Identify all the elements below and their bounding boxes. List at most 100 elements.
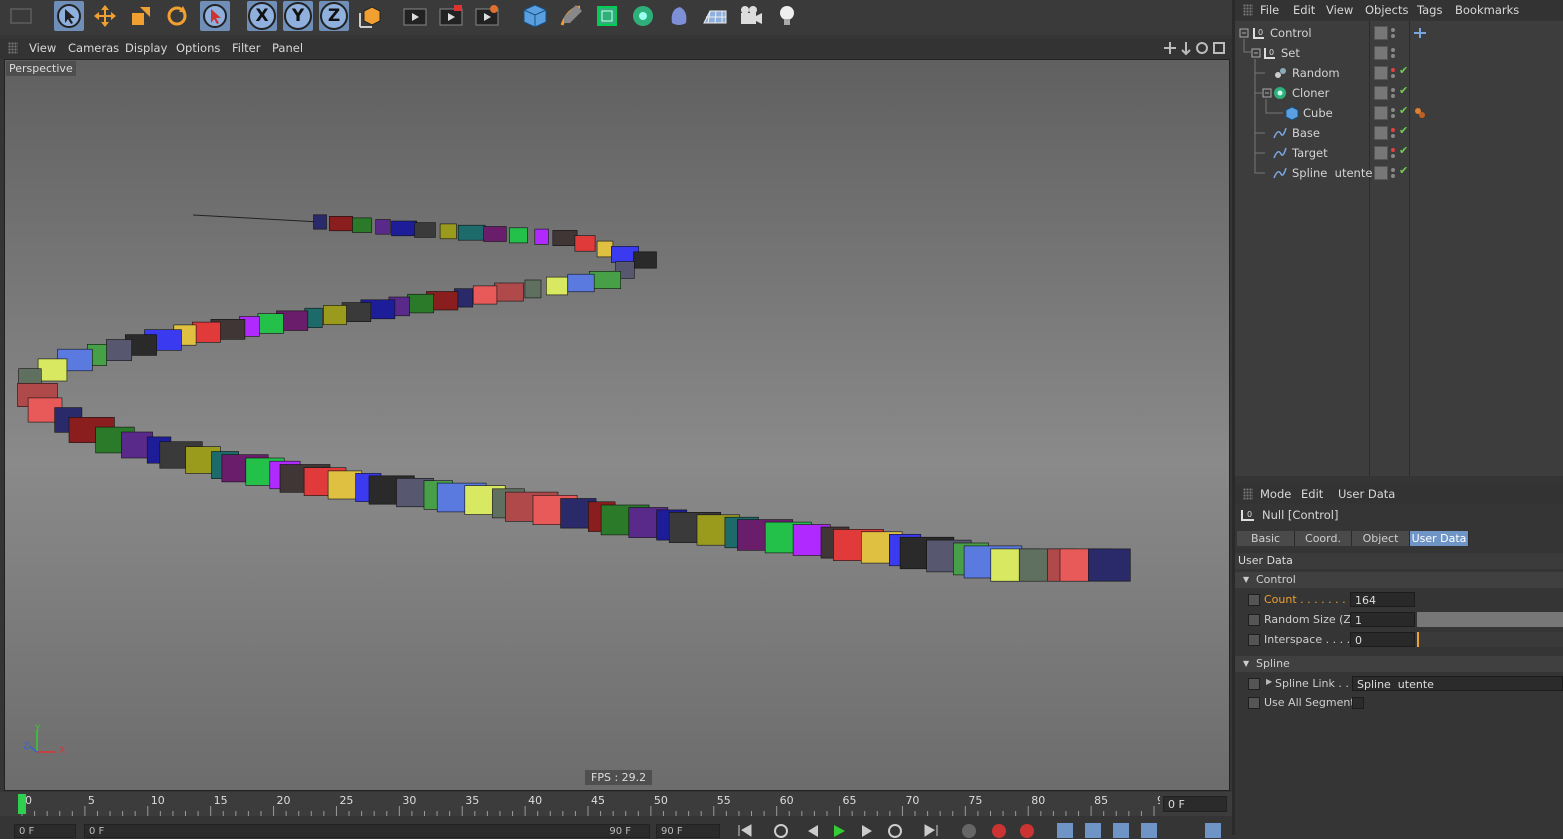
render-visibility-dot[interactable]: [1391, 154, 1395, 158]
triangle-right-icon[interactable]: ▶: [1266, 677, 1272, 686]
scale-tool-button[interactable]: [126, 1, 156, 31]
next-frame-icon[interactable]: [858, 822, 876, 838]
render-visibility-dot[interactable]: [1391, 114, 1395, 118]
render-visibility-dot[interactable]: [1391, 134, 1395, 138]
autokey-icon[interactable]: [990, 822, 1008, 838]
move-tool-button[interactable]: [90, 1, 120, 31]
next-key-icon[interactable]: [886, 822, 904, 838]
keyframe-toggle[interactable]: [1248, 678, 1260, 690]
object-name[interactable]: Cube: [1303, 106, 1333, 120]
tab-user-data[interactable]: User Data: [1410, 531, 1469, 546]
om-menu-tags[interactable]: Tags: [1417, 3, 1442, 17]
om-menu-view[interactable]: View: [1326, 3, 1353, 17]
render-visibility-dot[interactable]: [1391, 94, 1395, 98]
am-menu-user-data[interactable]: User Data: [1338, 487, 1395, 501]
tab-object[interactable]: Object: [1352, 531, 1410, 546]
rotate-tool-button[interactable]: [162, 1, 192, 31]
group-spline[interactable]: ▼ Spline: [1235, 656, 1563, 672]
grip-icon[interactable]: [8, 42, 18, 54]
render-picture-viewer-button[interactable]: [436, 1, 466, 31]
cube-primitive-button[interactable]: [520, 1, 550, 31]
play-icon[interactable]: [830, 822, 848, 838]
render-visibility-dot[interactable]: [1391, 174, 1395, 178]
menu-cameras[interactable]: Cameras: [68, 41, 119, 55]
select-tool-button[interactable]: [54, 1, 84, 31]
am-menu-edit[interactable]: Edit: [1301, 487, 1323, 501]
keyframe-toggle[interactable]: [1248, 614, 1260, 626]
z-axis-lock-button[interactable]: Z: [319, 1, 349, 31]
enabled-check-icon[interactable]: ✔: [1399, 164, 1408, 177]
editor-visibility-dot[interactable]: [1391, 28, 1395, 32]
perspective-viewport[interactable]: Perspective Y X Z FPS : 29.2: [4, 59, 1230, 791]
layer-icon[interactable]: [1374, 166, 1388, 180]
y-axis-lock-button[interactable]: Y: [283, 1, 313, 31]
key-rotation-icon[interactable]: [1112, 822, 1130, 838]
editor-visibility-dot[interactable]: [1391, 128, 1395, 132]
random-size-field[interactable]: 1: [1350, 612, 1415, 627]
random-size-slider[interactable]: [1417, 612, 1563, 627]
previous-key-icon[interactable]: [772, 822, 790, 838]
object-name[interactable]: Spline utente: [1292, 166, 1372, 180]
object-name[interactable]: Target: [1292, 146, 1328, 160]
slider-handle[interactable]: [1417, 632, 1419, 647]
render-visibility-dot[interactable]: [1391, 54, 1395, 58]
menu-options[interactable]: Options: [176, 41, 220, 55]
deformer-button[interactable]: [664, 1, 694, 31]
cloner-button[interactable]: [628, 1, 658, 31]
object-name[interactable]: Base: [1292, 126, 1320, 140]
editor-visibility-dot[interactable]: [1391, 88, 1395, 92]
enabled-check-icon[interactable]: ✔: [1399, 104, 1408, 117]
keyframe-toggle[interactable]: [1248, 634, 1260, 646]
undo-icon[interactable]: [6, 1, 36, 31]
object-name[interactable]: Random: [1292, 66, 1340, 80]
live-select-button[interactable]: [200, 1, 230, 31]
am-menu-mode[interactable]: Mode: [1260, 487, 1291, 501]
group-control[interactable]: ▼ Control: [1235, 572, 1563, 588]
light-button[interactable]: [772, 1, 802, 31]
material-tag-icon[interactable]: [1413, 106, 1427, 120]
keyframe-selection-icon[interactable]: [1018, 822, 1036, 838]
render-view-button[interactable]: [400, 1, 430, 31]
editor-visibility-dot[interactable]: [1391, 168, 1395, 172]
interspace-field[interactable]: 0: [1350, 632, 1415, 647]
layer-icon[interactable]: [1374, 46, 1388, 60]
om-menu-objects[interactable]: Objects: [1365, 3, 1408, 17]
enabled-check-icon[interactable]: ✔: [1399, 124, 1408, 137]
key-position-icon[interactable]: [1056, 822, 1074, 838]
om-menu-bookmarks[interactable]: Bookmarks: [1455, 3, 1519, 17]
keyframe-toggle[interactable]: [1248, 594, 1260, 606]
enabled-check-icon[interactable]: ✔: [1399, 84, 1408, 97]
interspace-slider[interactable]: [1417, 632, 1563, 647]
key-parameter-icon[interactable]: [1140, 822, 1158, 838]
layer-icon[interactable]: [1374, 26, 1388, 40]
frame-range-slider[interactable]: 0 F 90 F: [84, 824, 650, 838]
enabled-check-icon[interactable]: ✔: [1399, 64, 1408, 77]
coordinate-system-button[interactable]: [356, 1, 386, 31]
menu-filter[interactable]: Filter: [232, 41, 260, 55]
render-visibility-dot[interactable]: [1391, 74, 1395, 78]
object-name[interactable]: Cloner: [1292, 86, 1329, 100]
keyframe-toggle[interactable]: [1248, 697, 1260, 709]
x-axis-lock-button[interactable]: X: [247, 1, 277, 31]
grip-icon[interactable]: [1243, 4, 1253, 16]
floor-environment-button[interactable]: [700, 1, 730, 31]
pen-spline-button[interactable]: [556, 1, 586, 31]
om-menu-file[interactable]: File: [1260, 3, 1279, 17]
playhead[interactable]: [18, 794, 26, 814]
layer-icon[interactable]: [1374, 86, 1388, 100]
subdivision-surface-button[interactable]: [592, 1, 622, 31]
menu-view[interactable]: View: [29, 41, 56, 55]
editor-visibility-dot[interactable]: [1391, 48, 1395, 52]
use-all-segment-checkbox[interactable]: [1352, 697, 1364, 709]
spline-link-field[interactable]: Spline utente: [1352, 676, 1563, 691]
end-frame-field[interactable]: 90 F: [656, 824, 720, 838]
render-settings-button[interactable]: [472, 1, 502, 31]
layer-icon[interactable]: [1374, 146, 1388, 160]
xpresso-tag-icon[interactable]: [1413, 27, 1427, 39]
previous-frame-icon[interactable]: [804, 822, 822, 838]
current-frame-field[interactable]: 0 F: [1163, 796, 1227, 812]
editor-visibility-dot[interactable]: [1391, 108, 1395, 112]
count-field[interactable]: 164: [1350, 592, 1415, 607]
camera-button[interactable]: [736, 1, 766, 31]
viewport-nav-icons[interactable]: [1162, 40, 1228, 56]
